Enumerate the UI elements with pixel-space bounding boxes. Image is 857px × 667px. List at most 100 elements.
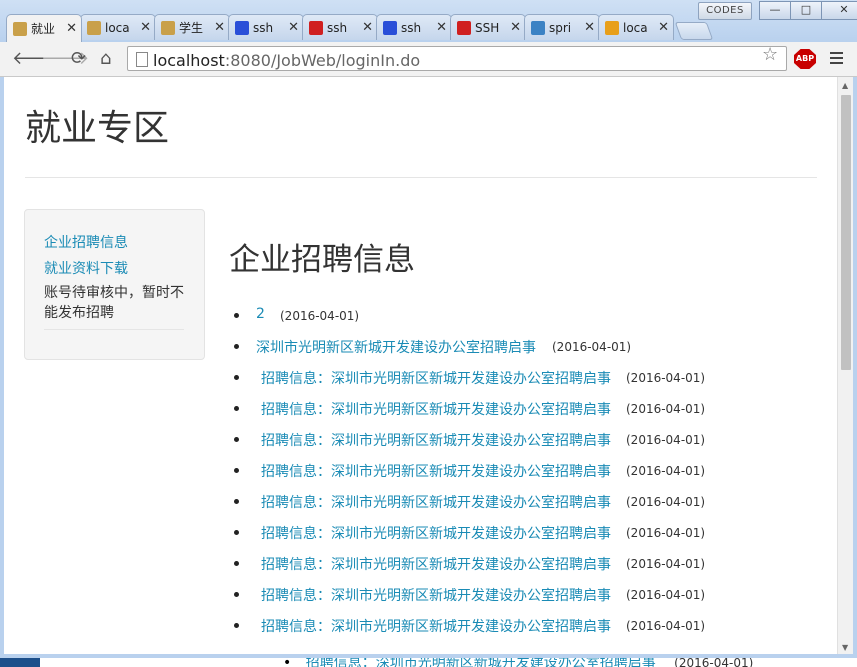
tab-label: ssh (401, 20, 422, 35)
page-icon (161, 20, 175, 35)
csdn-c-icon (457, 20, 471, 35)
job-link[interactable]: 招聘信息：深圳市光明新区新城开发建设办公室招聘启事 (261, 430, 611, 450)
tab-close-icon[interactable]: ✕ (362, 20, 373, 35)
job-date: (2016-04-01) (626, 588, 706, 602)
tab-label: ssh (253, 20, 274, 35)
bullet-icon (234, 623, 239, 628)
maximize-button[interactable]: □ (790, 1, 822, 20)
browser-toolbar: 🡐 🡒 ⟳ ⌂ localhost:8080/JobWeb/loginIn.do… (0, 42, 857, 77)
browser-tab[interactable]: 学生 ✕ (154, 14, 230, 40)
bullet-icon (234, 406, 239, 411)
bullet-icon (234, 375, 239, 380)
codes-button[interactable]: CODES (698, 2, 752, 20)
job-link[interactable]: 招聘信息：深圳市光明新区新城开发建设办公室招聘启事 (261, 554, 611, 574)
tab-close-icon[interactable]: ✕ (658, 20, 669, 35)
tab-close-icon[interactable]: ✕ (140, 20, 151, 35)
browser-tab[interactable]: ssh ✕ (302, 14, 378, 40)
sidebar-link-downloads[interactable]: 就业资料下载 (44, 258, 128, 278)
tab-label: 就业 (31, 22, 56, 36)
tab-close-icon[interactable]: ✕ (584, 20, 595, 35)
sidebar-link-jobs[interactable]: 企业招聘信息 (44, 232, 128, 252)
list-item: • 招聘信息：深圳市光明新区新城开发建设办公室招聘启事 (2016-04-01) (283, 658, 753, 667)
tab-close-icon[interactable]: ✕ (66, 21, 77, 36)
bullet-icon (234, 499, 239, 504)
job-link[interactable]: 招聘信息：深圳市光明新区新城开发建设办公室招聘启事 (261, 585, 611, 605)
header-divider (25, 177, 817, 178)
bullet-icon (234, 344, 239, 349)
tab-label: loca (623, 20, 648, 35)
job-date: (2016-04-01) (626, 433, 706, 447)
background-window-strip: • 招聘信息：深圳市光明新区新城开发建设办公室招聘启事 (2016-04-01) (0, 658, 857, 667)
sidebar-divider (44, 329, 184, 330)
tab-label: ssh (327, 20, 348, 35)
job-date: (2016-04-01) (280, 309, 360, 323)
close-window-button[interactable]: ✕ (821, 1, 857, 20)
browser-tab[interactable]: ssh ✕ (228, 14, 304, 40)
bullet-icon (234, 313, 239, 318)
home-icon[interactable]: ⌂ (100, 50, 111, 68)
hamburger-menu-icon[interactable] (830, 52, 843, 67)
scroll-down-arrow-icon[interactable]: ▼ (842, 643, 848, 652)
bullet-icon (234, 561, 239, 566)
job-link[interactable]: 招聘信息：深圳市光明新区新城开发建设办公室招聘启事 (261, 399, 611, 419)
minimize-button[interactable]: — (759, 1, 791, 20)
sidebar: 企业招聘信息 就业资料下载 账号待审核中，暂时不能发布招聘 (24, 209, 205, 360)
url-text: localhost:8080/JobWeb/loginIn.do (153, 51, 421, 70)
tab-label: 学生 (179, 21, 204, 35)
window-frame-right (853, 77, 857, 657)
bookmark-star-icon[interactable]: ☆ (762, 44, 778, 65)
baidu-paw-icon (235, 20, 249, 35)
browser-tab[interactable]: SSH ✕ (450, 14, 526, 40)
page-viewport: 就业专区 企业招聘信息 就业资料下载 账号待审核中，暂时不能发布招聘 企业招聘信… (4, 77, 837, 654)
tab-close-icon[interactable]: ✕ (436, 20, 447, 35)
tab-strip: 就业 ✕ loca ✕ 学生 ✕ ssh ✕ ssh ✕ ssh ✕ SSH ✕ spri ✕ loca ✕ (6, 14, 714, 42)
page-icon (136, 52, 148, 67)
adblock-plus-icon[interactable]: ABP (794, 49, 816, 69)
bullet-icon (234, 592, 239, 597)
taskbar-icon (0, 658, 40, 667)
job-date: (2016-04-01) (552, 340, 632, 354)
job-link[interactable]: 招聘信息：深圳市光明新区新城开发建设办公室招聘启事 (261, 523, 611, 543)
csdn-c-icon (309, 20, 323, 35)
job-link[interactable]: 招聘信息：深圳市光明新区新城开发建设办公室招聘启事 (261, 461, 611, 481)
job-date: (2016-04-01) (626, 371, 706, 385)
job-link[interactable]: 招聘信息：深圳市光明新区新城开发建设办公室招聘启事 (261, 368, 611, 388)
tab-close-icon[interactable]: ✕ (510, 20, 521, 35)
job-link[interactable]: 招聘信息：深圳市光明新区新城开发建设办公室招聘启事 (261, 616, 611, 636)
tab-label: spri (549, 20, 572, 35)
bullet-icon: • (283, 658, 292, 667)
window-controls: — □ ✕ (759, 1, 857, 20)
scroll-up-arrow-icon[interactable]: ▲ (842, 81, 848, 90)
job-link[interactable]: 招聘信息：深圳市光明新区新城开发建设办公室招聘启事 (261, 492, 611, 512)
address-bar[interactable]: localhost:8080/JobWeb/loginIn.do (127, 46, 787, 71)
bullet-icon (234, 437, 239, 442)
tab-close-icon[interactable]: ✕ (214, 20, 225, 35)
window-frame-left (0, 77, 4, 657)
job-link[interactable]: 招聘信息：深圳市光明新区新城开发建设办公室招聘启事 (306, 658, 656, 667)
browser-tab[interactable]: loca ✕ (80, 14, 156, 40)
pma-icon (605, 20, 619, 35)
vertical-scrollbar[interactable]: ▲ ▼ (837, 77, 854, 654)
page-icon (87, 20, 101, 35)
job-date: (2016-04-01) (626, 495, 706, 509)
job-date: (2016-04-01) (626, 464, 706, 478)
bullet-icon (234, 530, 239, 535)
section-title: 企业招聘信息 (229, 242, 415, 278)
page-title: 就业专区 (25, 108, 170, 149)
job-link[interactable]: 深圳市光明新区新城开发建设办公室招聘启事 (256, 337, 536, 357)
reload-icon[interactable]: ⟳ (71, 50, 86, 68)
tab-label: SSH (475, 20, 500, 35)
new-tab-button[interactable] (674, 22, 714, 40)
browser-tab[interactable]: ssh ✕ (376, 14, 452, 40)
tab-label: loca (105, 20, 130, 35)
job-link[interactable]: 2 (256, 306, 265, 322)
account-pending-note: 账号待审核中，暂时不能发布招聘 (44, 285, 184, 321)
browser-tab[interactable]: 就业 ✕ (6, 14, 82, 42)
job-date: (2016-04-01) (626, 402, 706, 416)
job-date: (2016-04-01) (626, 557, 706, 571)
baidu-paw-icon (383, 20, 397, 35)
browser-tab[interactable]: loca ✕ (598, 14, 674, 40)
browser-tab[interactable]: spri ✕ (524, 14, 600, 40)
tab-close-icon[interactable]: ✕ (288, 20, 299, 35)
scrollbar-thumb[interactable] (841, 95, 851, 370)
